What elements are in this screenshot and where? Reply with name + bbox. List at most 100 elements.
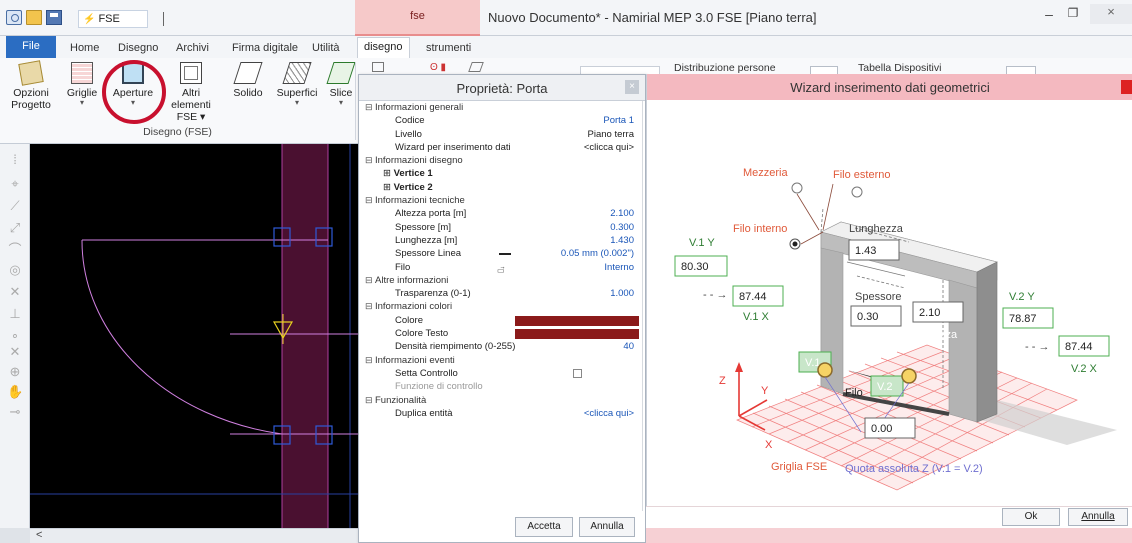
vertice-1-row[interactable]: ⊞ Vertice 1	[363, 167, 642, 180]
property-value[interactable]: Piano terra	[588, 128, 634, 141]
altri-elementi-button[interactable]: Altri elementi FSE ▾	[162, 62, 220, 124]
section-informazioni-colori[interactable]: ⊟ Informazioni colori	[363, 300, 642, 313]
tab-archivi[interactable]: Archivi	[170, 39, 215, 58]
save-icon[interactable]	[46, 10, 62, 25]
property-value[interactable]: 2.100	[610, 207, 634, 220]
tabella-dispositivi-button[interactable]: Tabella Dispositivi	[858, 62, 941, 74]
property-value[interactable]: 0.05 mm (0.002")	[561, 247, 634, 260]
aperture-button[interactable]: Aperture ▾	[110, 62, 156, 124]
property-row[interactable]: Trasparenza (0-1) 1.000	[363, 287, 642, 300]
expand-icon[interactable]: ⊞	[383, 182, 394, 193]
opzioni-progetto-button[interactable]: Opzioni Progetto	[6, 60, 56, 124]
tool-icon[interactable]	[468, 62, 484, 72]
collapse-icon[interactable]: ⊟	[365, 394, 375, 407]
property-value[interactable]: 1.000	[610, 287, 634, 300]
duplica-link[interactable]: <clicca qui>	[584, 407, 634, 420]
property-row[interactable]: Spessore [m] 0.300	[363, 221, 642, 234]
property-row[interactable]: Livello Piano terra	[363, 128, 642, 141]
property-row[interactable]: Codice Porta 1	[363, 114, 642, 127]
filo-esterno-radio[interactable]	[851, 186, 863, 198]
property-row[interactable]: Lunghezza [m] 1.430	[363, 234, 642, 247]
vertice-2-row[interactable]: ⊞ Vertice 2	[363, 181, 642, 194]
collapse-icon[interactable]: ⊟	[365, 354, 375, 367]
property-value[interactable]: 40	[623, 340, 634, 353]
close-icon[interactable]: ×	[625, 80, 639, 94]
line-icon[interactable]: ⟋	[7, 198, 23, 214]
tab-context-strumenti[interactable]: strumenti	[420, 39, 477, 58]
drawing-canvas[interactable]	[30, 144, 358, 528]
slice-button[interactable]: Slice ▾	[326, 62, 356, 124]
ok-button[interactable]: Ok	[1002, 508, 1060, 526]
hand-icon[interactable]: ✋	[7, 384, 23, 400]
property-row[interactable]: Altezza porta [m] 2.100	[363, 207, 642, 220]
solido-button[interactable]: Solido	[230, 62, 266, 124]
section-informazioni-eventi[interactable]: ⊟ Informazioni eventi	[363, 354, 642, 367]
property-row[interactable]: Duplica entità <clicca qui>	[363, 407, 642, 420]
collapse-icon[interactable]: ⊟	[365, 154, 375, 167]
snap-icon[interactable]: ⌖	[7, 176, 23, 192]
property-row[interactable]: Wizard per inserimento dati <clicca qui>	[363, 141, 642, 154]
annulla-button[interactable]: Annulla	[579, 517, 635, 537]
home-icon[interactable]	[6, 10, 22, 25]
color-swatch[interactable]	[515, 315, 639, 326]
collapse-icon[interactable]: ⊟	[365, 274, 375, 287]
v1-vertex-marker[interactable]	[817, 362, 833, 378]
ortho-icon[interactable]: ⊥	[7, 306, 23, 322]
horizontal-scrollbar[interactable]: <	[30, 528, 358, 543]
open-folder-icon[interactable]	[26, 10, 42, 25]
move-icon[interactable]: ⁞	[7, 152, 23, 168]
tool-icon[interactable]	[372, 62, 384, 72]
section-informazioni-generali[interactable]: ⊟ Informazioni generali	[363, 101, 642, 114]
collapse-icon[interactable]: ⊟	[365, 194, 375, 207]
property-row[interactable]: Colore Testo	[363, 327, 642, 340]
restore-button[interactable]: ❐	[1064, 6, 1082, 22]
property-row[interactable]: Setta Controllo	[363, 367, 642, 380]
property-value[interactable]: 0.300	[610, 221, 634, 234]
v2-vertex-marker[interactable]	[901, 368, 917, 384]
annulla-button[interactable]: Annulla	[1068, 508, 1128, 526]
section-funzionalita[interactable]: ⊟ Funzionalità	[363, 394, 642, 407]
accetta-button[interactable]: Accetta	[515, 517, 573, 537]
property-row[interactable]: Densità riempimento (0-255) 40	[363, 340, 642, 353]
wizard-link[interactable]: <clicca qui>	[584, 141, 634, 154]
collapse-icon[interactable]: ⊟	[365, 300, 375, 313]
property-value[interactable]: Porta 1	[603, 114, 634, 127]
expand-icon[interactable]: ⊞	[383, 168, 394, 179]
circle-icon[interactable]: ◎	[7, 262, 23, 278]
section-informazioni-tecniche[interactable]: ⊟ Informazioni tecniche	[363, 194, 642, 207]
tab-file[interactable]: File	[6, 36, 56, 58]
collapse-icon[interactable]: ⊟	[365, 101, 375, 114]
ribbon-tabs: File Home Disegno Archivi Firma digitale…	[0, 36, 1132, 58]
minimize-button[interactable]: –	[1040, 6, 1058, 22]
polyline-icon[interactable]: ⤢	[7, 220, 23, 236]
tab-disegno[interactable]: Disegno	[112, 39, 164, 58]
intersect-icon[interactable]: ✕	[7, 344, 23, 360]
close-button[interactable]: ×	[1090, 4, 1132, 24]
measure-icon[interactable]: ⊸	[7, 404, 23, 420]
superfici-button[interactable]: Superfici ▾	[274, 62, 320, 124]
section-altre-informazioni[interactable]: ⊟ Altre informazioni	[363, 274, 642, 287]
document-tab[interactable]: ⚡ FSE	[78, 10, 148, 28]
scroll-left-icon[interactable]: <	[36, 529, 42, 541]
point-icon[interactable]: ∘	[7, 328, 23, 344]
property-value[interactable]: Interno	[604, 261, 634, 274]
griglie-button[interactable]: Griglie ▾	[62, 62, 102, 124]
close-icon[interactable]	[1121, 80, 1132, 94]
property-row[interactable]: Spessore Linea 0.05 mm (0.002")	[363, 247, 642, 260]
property-value[interactable]: 1.430	[610, 234, 634, 247]
text-color-swatch[interactable]	[515, 329, 639, 340]
cross-icon[interactable]: ✕	[7, 284, 23, 300]
mezzeria-radio[interactable]	[791, 182, 803, 194]
setta-controllo-checkbox[interactable]	[573, 368, 582, 378]
tab-firma-digitale[interactable]: Firma digitale	[226, 39, 304, 58]
distribuzione-persone-button[interactable]: Distribuzione persone	[674, 62, 776, 74]
tab-context-disegno[interactable]: disegno	[357, 37, 410, 58]
tab-home[interactable]: Home	[64, 39, 105, 58]
tool-icon[interactable]: ʘ ▮	[430, 62, 458, 73]
target-icon[interactable]: ⊕	[7, 364, 23, 380]
section-informazioni-disegno[interactable]: ⊟ Informazioni disegno	[363, 154, 642, 167]
property-row[interactable]: Filo ▭⃗ Interno	[363, 261, 642, 275]
tab-utilita[interactable]: Utilità	[306, 39, 346, 58]
property-row[interactable]: Colore	[363, 314, 642, 327]
arc-icon[interactable]: ⌒	[7, 242, 23, 258]
